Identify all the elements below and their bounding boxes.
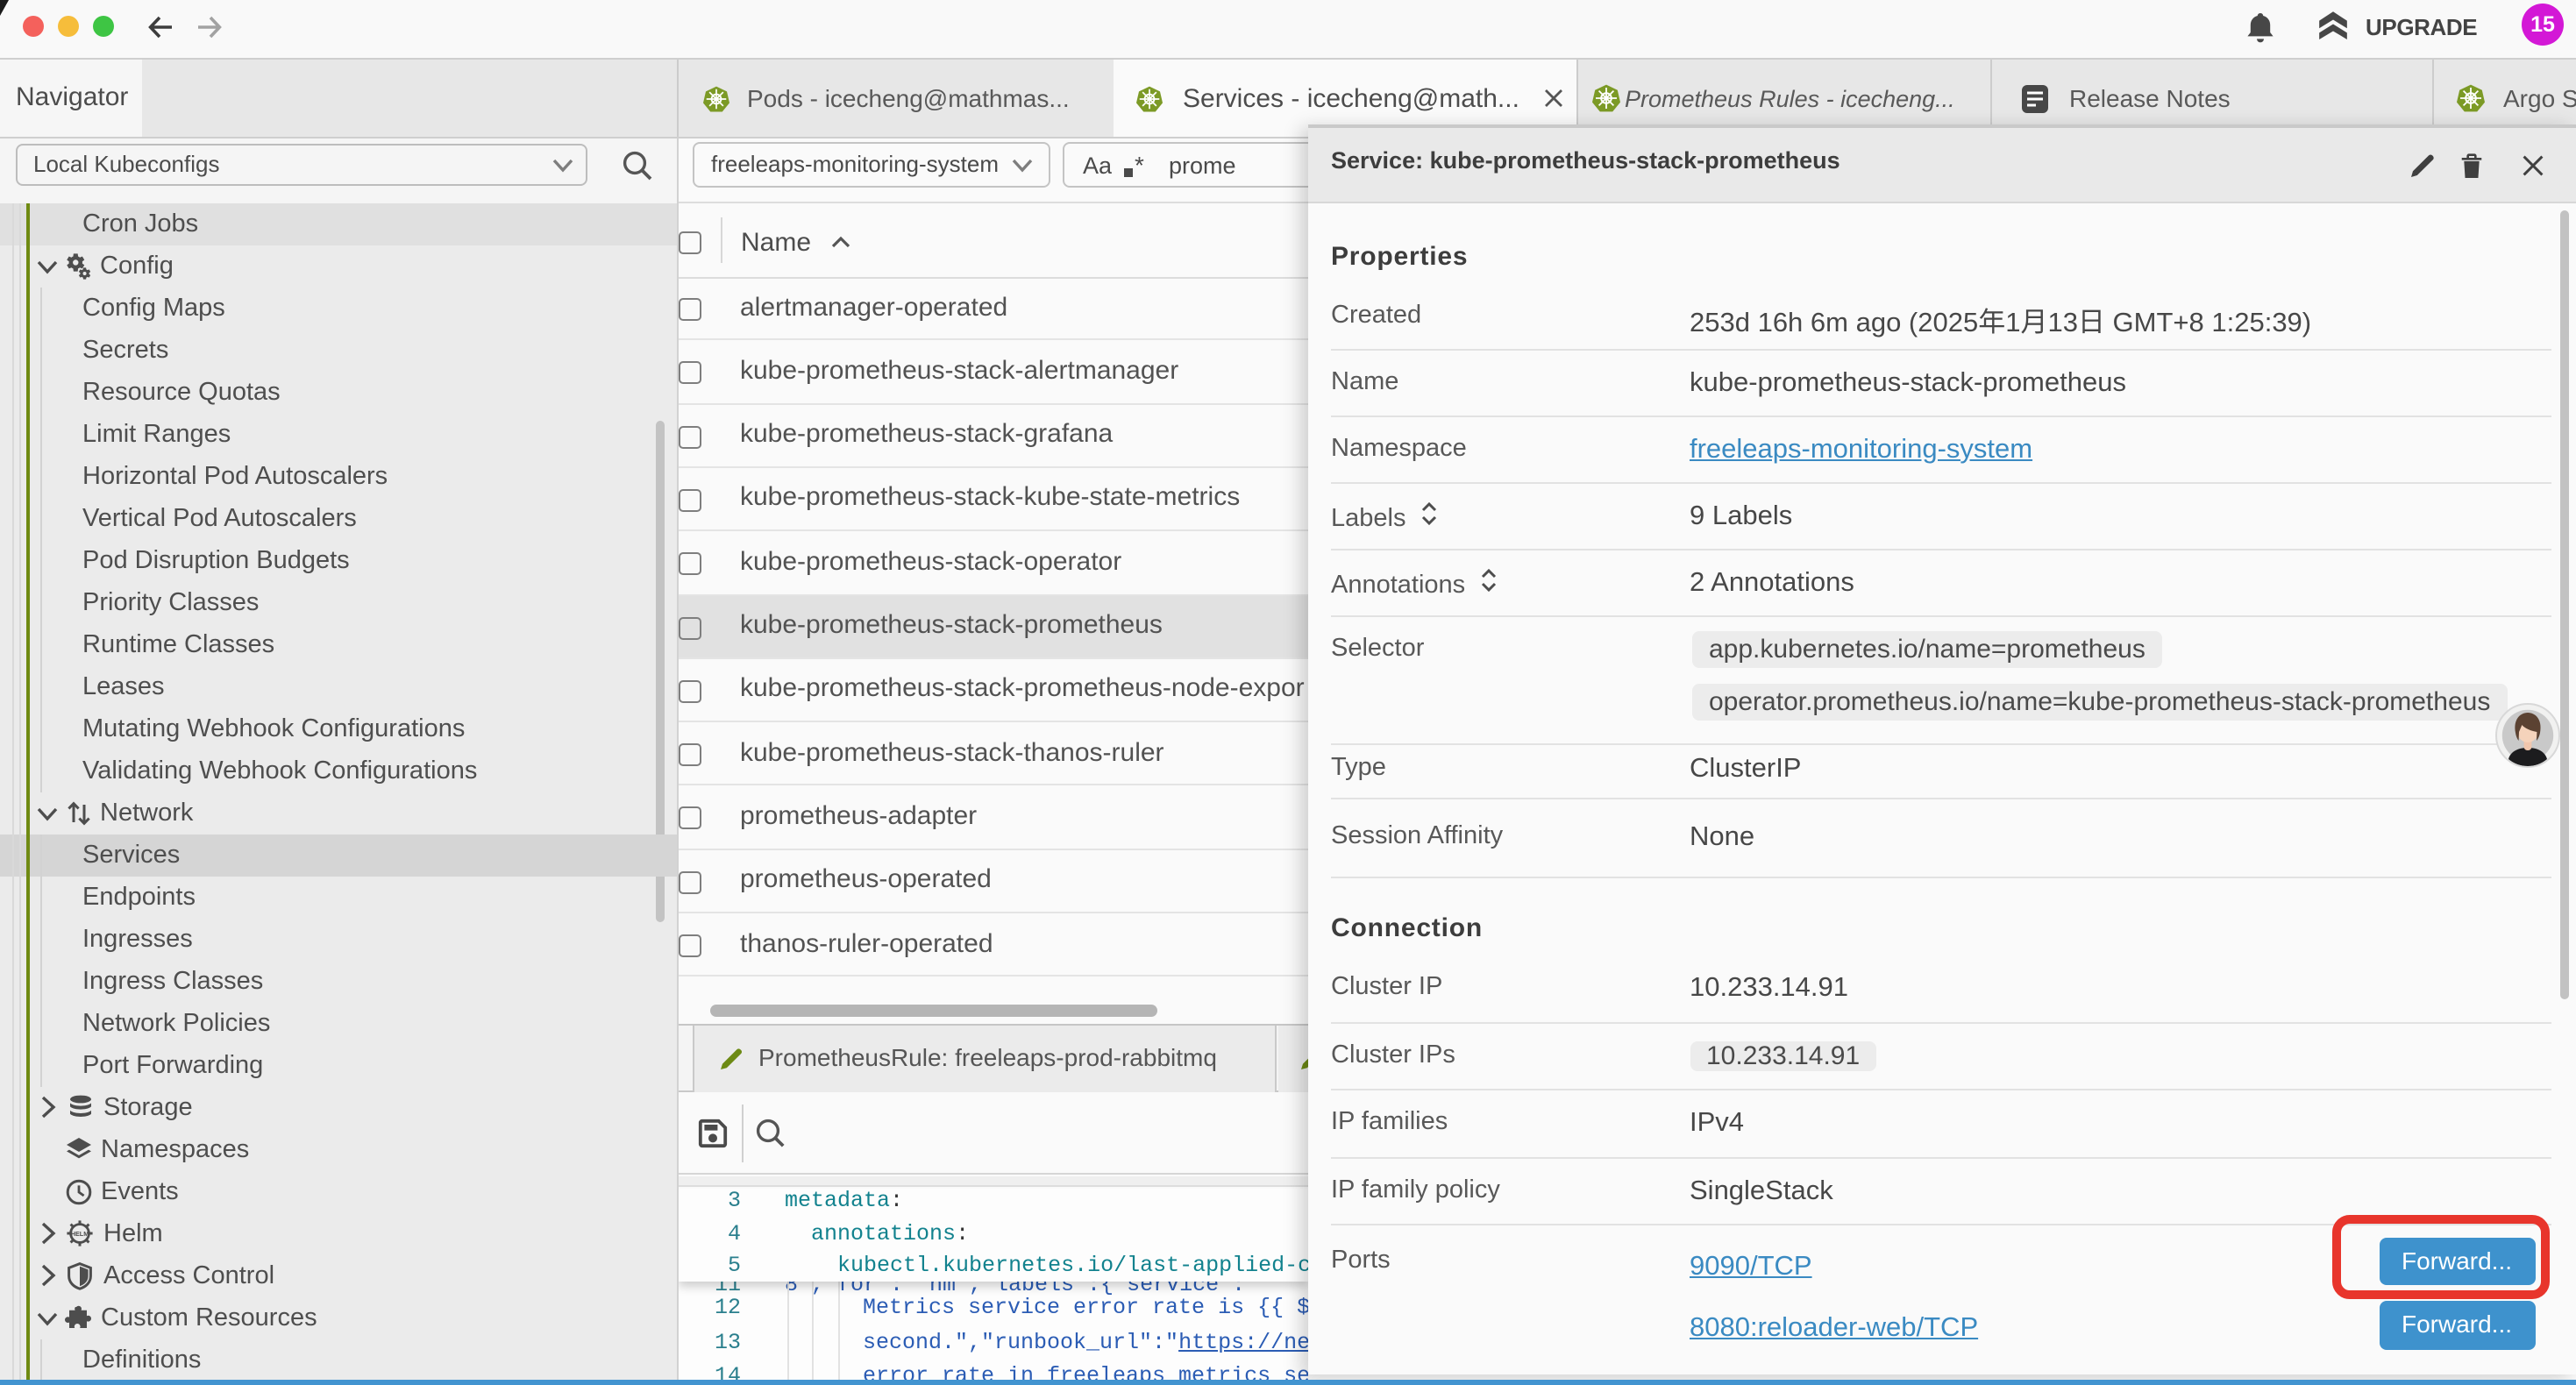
svg-text:HELM: HELM: [70, 1230, 88, 1238]
svg-text:*: *: [1134, 154, 1143, 179]
